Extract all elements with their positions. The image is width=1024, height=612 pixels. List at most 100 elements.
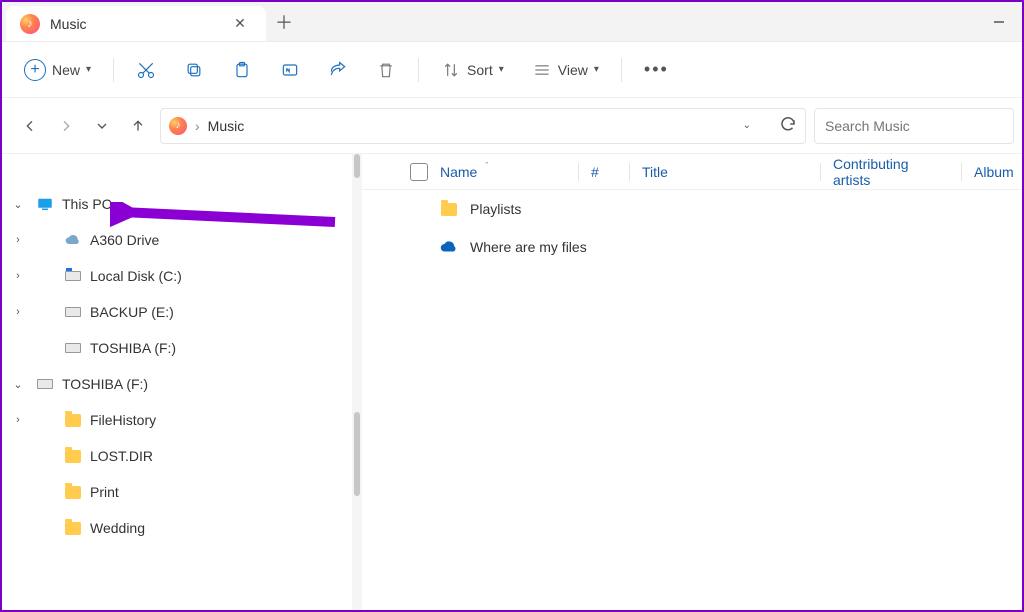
cloud-icon <box>64 231 82 249</box>
toolbar: + New ▾ Sort ▾ View ▾ ••• <box>2 42 1022 98</box>
drive-icon <box>64 339 82 357</box>
expand-icon[interactable]: › <box>8 270 28 282</box>
up-button[interactable] <box>124 112 152 140</box>
tree-label: FileHistory <box>90 412 156 428</box>
column-headers: Nameˆ # Title Contributing artists Album <box>362 154 1022 190</box>
titlebar: ♪ Music ✕ ＋ <box>2 2 1022 42</box>
music-icon: ♪ <box>20 14 40 34</box>
cut-icon <box>136 60 156 80</box>
chevron-down-icon: ▾ <box>86 64 91 75</box>
tree-item-toshiba-expanded[interactable]: ⌄ TOSHIBA (F:) <box>2 366 352 402</box>
tree-item-wedding[interactable]: › Wedding <box>2 510 352 546</box>
music-icon: ♪ <box>169 117 187 135</box>
delete-button[interactable] <box>366 53 406 87</box>
folder-icon <box>64 411 82 429</box>
tree-label: This PC <box>62 196 112 212</box>
expand-icon[interactable]: › <box>8 414 28 426</box>
tree-label: TOSHIBA (F:) <box>62 376 148 392</box>
column-number[interactable]: # <box>579 164 629 180</box>
sort-button-label: Sort <box>467 62 493 78</box>
chevron-down-icon[interactable]: ⌄ <box>743 120 751 131</box>
search-box[interactable] <box>814 108 1014 144</box>
sort-icon <box>441 60 461 80</box>
tree-label: Print <box>90 484 119 500</box>
share-button[interactable] <box>318 53 358 87</box>
tree-item-toshiba[interactable]: › TOSHIBA (F:) <box>2 330 352 366</box>
breadcrumb[interactable]: Music <box>208 118 245 134</box>
folder-icon <box>438 203 460 216</box>
paste-button[interactable] <box>222 53 262 87</box>
more-icon: ••• <box>644 59 669 80</box>
tree-item-print[interactable]: › Print <box>2 474 352 510</box>
drive-icon <box>36 375 54 393</box>
search-input[interactable] <box>825 118 1003 134</box>
tab-music[interactable]: ♪ Music ✕ <box>6 6 266 41</box>
item-name: Where are my files <box>470 239 587 255</box>
view-button[interactable]: View ▾ <box>522 53 609 87</box>
tab-title: Music <box>50 16 87 32</box>
select-all-checkbox[interactable] <box>410 163 428 181</box>
tree-item-localdisk[interactable]: › Local Disk (C:) <box>2 258 352 294</box>
new-button[interactable]: + New ▾ <box>14 53 101 87</box>
folder-icon <box>64 483 82 501</box>
column-album[interactable]: Album <box>962 164 1022 180</box>
copy-icon <box>184 60 204 80</box>
minimize-button[interactable] <box>976 2 1022 41</box>
rename-icon <box>280 60 300 80</box>
share-icon <box>328 60 348 80</box>
plus-icon: + <box>24 59 46 81</box>
tree-label: TOSHIBA (F:) <box>90 340 176 356</box>
new-tab-button[interactable]: ＋ <box>266 2 302 41</box>
column-contributing-artists[interactable]: Contributing artists <box>821 156 961 188</box>
expand-icon[interactable]: › <box>8 234 28 246</box>
view-button-label: View <box>558 62 588 78</box>
tab-close-icon[interactable]: ✕ <box>228 15 252 32</box>
delete-icon <box>376 60 396 80</box>
address-bar[interactable]: ♪ › Music ⌄ <box>160 108 806 144</box>
copy-button[interactable] <box>174 53 214 87</box>
new-button-label: New <box>52 62 80 78</box>
view-icon <box>532 60 552 80</box>
folder-icon <box>64 519 82 537</box>
address-row: ♪ › Music ⌄ <box>2 98 1022 154</box>
cut-button[interactable] <box>126 53 166 87</box>
item-name: Playlists <box>470 201 521 217</box>
expand-icon[interactable]: › <box>8 306 28 318</box>
sort-indicator-icon: ˆ <box>485 161 488 171</box>
drive-icon <box>64 267 82 285</box>
sidebar-scrollbar[interactable] <box>352 154 362 610</box>
tree-item-a360[interactable]: › A360 Drive <box>2 222 352 258</box>
refresh-button[interactable] <box>779 115 797 136</box>
chevron-right-icon: › <box>195 118 200 134</box>
chevron-down-icon: ▾ <box>499 64 504 75</box>
onedrive-icon <box>438 238 460 256</box>
tree-label: Wedding <box>90 520 145 536</box>
collapse-icon[interactable]: ⌄ <box>8 378 28 391</box>
tree-item-this-pc[interactable]: ⌄ This PC <box>2 186 352 222</box>
drive-icon <box>64 303 82 321</box>
column-name[interactable]: Nameˆ <box>428 164 578 180</box>
tree-label: A360 Drive <box>90 232 159 248</box>
more-button[interactable]: ••• <box>634 53 679 87</box>
navigation-tree: ⌄ This PC › A360 Drive › Local Disk (C:)… <box>2 154 352 610</box>
forward-button[interactable] <box>52 112 80 140</box>
tree-item-lostdir[interactable]: › LOST.DIR <box>2 438 352 474</box>
sort-button[interactable]: Sort ▾ <box>431 53 514 87</box>
back-button[interactable] <box>16 112 44 140</box>
collapse-icon[interactable]: ⌄ <box>8 198 28 211</box>
list-item[interactable]: Where are my files <box>362 228 1022 266</box>
content-pane: Nameˆ # Title Contributing artists Album… <box>352 154 1022 610</box>
tree-label: BACKUP (E:) <box>90 304 174 320</box>
column-title[interactable]: Title <box>630 164 820 180</box>
tree-label: LOST.DIR <box>90 448 153 464</box>
tree-item-filehistory[interactable]: › FileHistory <box>2 402 352 438</box>
list-item[interactable]: Playlists <box>362 190 1022 228</box>
pc-icon <box>36 195 54 213</box>
paste-icon <box>232 60 252 80</box>
tree-item-backup[interactable]: › BACKUP (E:) <box>2 294 352 330</box>
tree-label: Local Disk (C:) <box>90 268 182 284</box>
folder-icon <box>64 447 82 465</box>
recent-button[interactable] <box>88 112 116 140</box>
rename-button[interactable] <box>270 53 310 87</box>
chevron-down-icon: ▾ <box>594 64 599 75</box>
